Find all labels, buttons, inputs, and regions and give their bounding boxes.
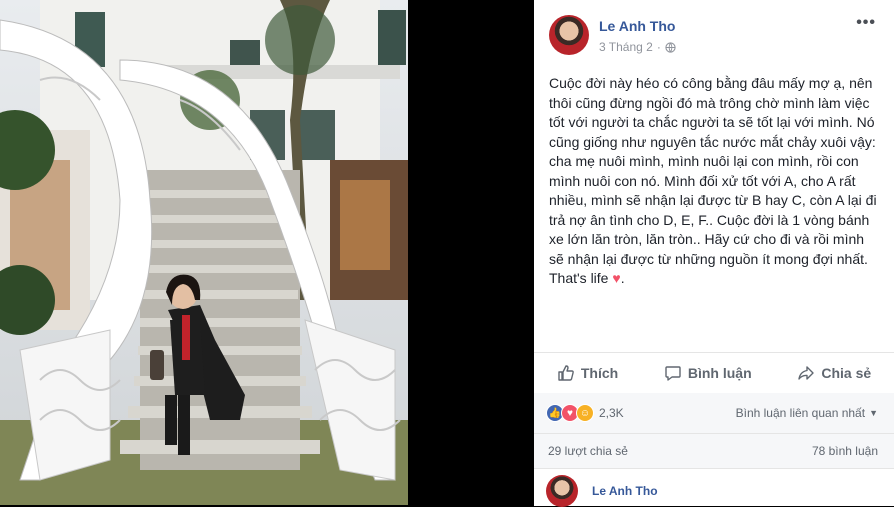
post-body: Cuộc đời này héo có công bằng đâu mấy mợ… <box>549 75 877 286</box>
dot-separator: · <box>656 40 661 54</box>
post-panel: Le Anh Tho 3 Tháng 2 · ••• Cuộc đời này … <box>534 0 894 507</box>
like-button[interactable]: Thích <box>557 364 618 382</box>
author-name[interactable]: Le Anh Tho <box>599 18 675 34</box>
share-button[interactable]: Chia sẻ <box>797 364 871 382</box>
share-count[interactable]: 29 lượt chia sẻ <box>548 444 628 458</box>
comment-avatar[interactable] <box>546 475 578 507</box>
thumbs-up-icon <box>558 365 574 381</box>
post-date[interactable]: 3 Tháng 2 <box>599 40 653 54</box>
period: . <box>620 270 625 286</box>
globe-icon <box>665 41 676 53</box>
post-text: Cuộc đời này héo có công bằng đâu mấy mợ… <box>549 74 879 289</box>
heart-emoji-icon: ♥ <box>612 270 621 286</box>
comment-sort-label: Bình luận liên quan nhất <box>735 406 866 420</box>
caret-down-icon: ▼ <box>869 408 878 418</box>
photo-viewer <box>0 0 534 505</box>
more-options-icon[interactable]: ••• <box>856 14 876 32</box>
comment-label: Bình luận <box>687 365 752 381</box>
action-bar: Thích Bình luận Chia sẻ <box>534 352 894 394</box>
reactions-bar: 👍 ♥ ☺ 2,3K Bình luận liên quan nhất ▼ <box>534 393 894 434</box>
reaction-summary[interactable]: 👍 ♥ ☺ 2,3K <box>546 404 624 422</box>
post-photo[interactable] <box>0 0 408 505</box>
stats-bar: 29 lượt chia sẻ 78 bình luận <box>534 434 894 468</box>
comment-sort-dropdown[interactable]: Bình luận liên quan nhất ▼ <box>736 406 878 420</box>
comment-author[interactable]: Le Anh Tho <box>592 484 658 498</box>
author-avatar[interactable] <box>549 15 589 55</box>
haha-icon: ☺ <box>576 404 594 422</box>
reaction-count: 2,3K <box>599 406 624 420</box>
comment-entry: Le Anh Tho <box>534 468 894 507</box>
post-meta: 3 Tháng 2 · <box>599 40 676 54</box>
like-label: Thích <box>580 365 619 381</box>
comment-icon <box>665 366 681 381</box>
photo-image <box>0 0 408 505</box>
comment-count[interactable]: 78 bình luận <box>812 444 878 458</box>
share-label: Chia sẻ <box>821 365 872 381</box>
share-arrow-icon <box>798 366 815 380</box>
comment-button[interactable]: Bình luận <box>664 364 752 382</box>
